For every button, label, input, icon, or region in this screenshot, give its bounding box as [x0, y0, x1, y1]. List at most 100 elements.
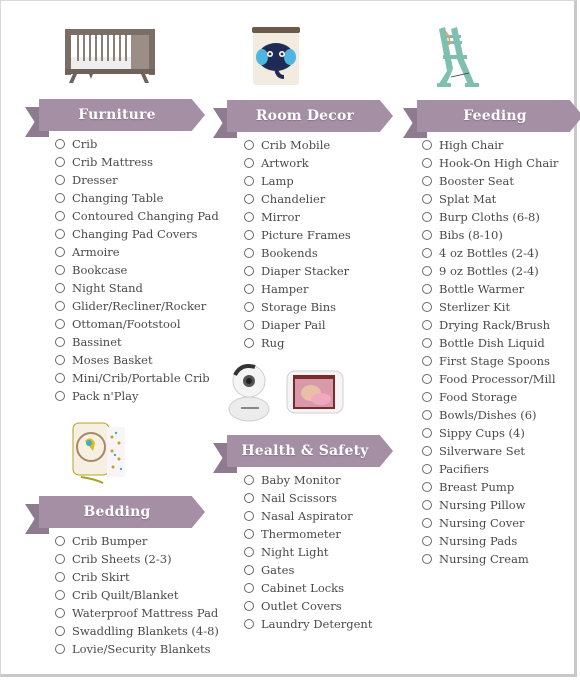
checklist-item[interactable]: 9 oz Bottles (2-4) — [422, 262, 580, 280]
radio-circle-icon[interactable] — [55, 536, 65, 546]
radio-circle-icon[interactable] — [422, 446, 432, 456]
checklist-item[interactable]: Changing Pad Covers — [55, 225, 219, 243]
checklist-item[interactable]: Chandelier — [244, 190, 393, 208]
radio-circle-icon[interactable] — [55, 337, 65, 347]
checklist-item[interactable]: Bookcase — [55, 261, 219, 279]
checklist-item[interactable]: Waterproof Mattress Pad — [55, 604, 219, 622]
checklist-item[interactable]: Mini/Crib/Portable Crib — [55, 369, 219, 387]
checklist-item[interactable]: Food Storage — [422, 388, 580, 406]
radio-circle-icon[interactable] — [422, 428, 432, 438]
radio-circle-icon[interactable] — [244, 194, 254, 204]
checklist-item[interactable]: Nursing Pads — [422, 532, 580, 550]
radio-circle-icon[interactable] — [55, 139, 65, 149]
radio-circle-icon[interactable] — [244, 475, 254, 485]
radio-circle-icon[interactable] — [422, 554, 432, 564]
radio-circle-icon[interactable] — [422, 356, 432, 366]
radio-circle-icon[interactable] — [422, 140, 432, 150]
radio-circle-icon[interactable] — [422, 518, 432, 528]
checklist-item[interactable]: Sippy Cups (4) — [422, 424, 580, 442]
checklist-item[interactable]: Bookends — [244, 244, 393, 262]
checklist-item[interactable]: Lamp — [244, 172, 393, 190]
checklist-item[interactable]: Nail Scissors — [244, 489, 393, 507]
radio-circle-icon[interactable] — [422, 464, 432, 474]
checklist-item[interactable]: Picture Frames — [244, 226, 393, 244]
radio-circle-icon[interactable] — [55, 373, 65, 383]
checklist-item[interactable]: Pack n'Play — [55, 387, 219, 405]
checklist-item[interactable]: Dresser — [55, 171, 219, 189]
radio-circle-icon[interactable] — [422, 176, 432, 186]
checklist-item[interactable]: Crib Sheets (2-3) — [55, 550, 219, 568]
checklist-item[interactable]: Lovie/Security Blankets — [55, 640, 219, 658]
checklist-item[interactable]: Food Processor/Mill — [422, 370, 580, 388]
radio-circle-icon[interactable] — [244, 212, 254, 222]
radio-circle-icon[interactable] — [422, 338, 432, 348]
radio-circle-icon[interactable] — [422, 482, 432, 492]
checklist-item[interactable]: Hamper — [244, 280, 393, 298]
radio-circle-icon[interactable] — [244, 583, 254, 593]
checklist-item[interactable]: Crib — [55, 135, 219, 153]
checklist-item[interactable]: Diaper Pail — [244, 316, 393, 334]
radio-circle-icon[interactable] — [55, 211, 65, 221]
radio-circle-icon[interactable] — [422, 320, 432, 330]
checklist-item[interactable]: Hook-On High Chair — [422, 154, 580, 172]
checklist-item[interactable]: Crib Mattress — [55, 153, 219, 171]
radio-circle-icon[interactable] — [422, 284, 432, 294]
checklist-item[interactable]: Swaddling Blankets (4-8) — [55, 622, 219, 640]
checklist-item[interactable]: Thermometer — [244, 525, 393, 543]
checklist-item[interactable]: Splat Mat — [422, 190, 580, 208]
checklist-item[interactable]: First Stage Spoons — [422, 352, 580, 370]
checklist-item[interactable]: High Chair — [422, 136, 580, 154]
radio-circle-icon[interactable] — [55, 554, 65, 564]
radio-circle-icon[interactable] — [422, 212, 432, 222]
checklist-item[interactable]: Gates — [244, 561, 393, 579]
checklist-item[interactable]: Cabinet Locks — [244, 579, 393, 597]
radio-circle-icon[interactable] — [244, 302, 254, 312]
checklist-item[interactable]: Night Light — [244, 543, 393, 561]
checklist-item[interactable]: Contoured Changing Pad — [55, 207, 219, 225]
checklist-item[interactable]: Armoire — [55, 243, 219, 261]
radio-circle-icon[interactable] — [244, 529, 254, 539]
radio-circle-icon[interactable] — [244, 493, 254, 503]
checklist-item[interactable]: Diaper Stacker — [244, 262, 393, 280]
checklist-item[interactable]: Burp Cloths (6-8) — [422, 208, 580, 226]
checklist-item[interactable]: Changing Table — [55, 189, 219, 207]
radio-circle-icon[interactable] — [244, 547, 254, 557]
checklist-item[interactable]: Bowls/Dishes (6) — [422, 406, 580, 424]
radio-circle-icon[interactable] — [55, 247, 65, 257]
radio-circle-icon[interactable] — [55, 355, 65, 365]
radio-circle-icon[interactable] — [244, 619, 254, 629]
radio-circle-icon[interactable] — [55, 175, 65, 185]
checklist-item[interactable]: Storage Bins — [244, 298, 393, 316]
radio-circle-icon[interactable] — [422, 266, 432, 276]
checklist-item[interactable]: Booster Seat — [422, 172, 580, 190]
radio-circle-icon[interactable] — [55, 265, 65, 275]
radio-circle-icon[interactable] — [55, 301, 65, 311]
checklist-item[interactable]: Nursing Cover — [422, 514, 580, 532]
radio-circle-icon[interactable] — [55, 644, 65, 654]
radio-circle-icon[interactable] — [55, 319, 65, 329]
checklist-item[interactable]: Crib Skirt — [55, 568, 219, 586]
radio-circle-icon[interactable] — [244, 320, 254, 330]
radio-circle-icon[interactable] — [244, 176, 254, 186]
radio-circle-icon[interactable] — [55, 590, 65, 600]
radio-circle-icon[interactable] — [422, 536, 432, 546]
checklist-item[interactable]: Ottoman/Footstool — [55, 315, 219, 333]
radio-circle-icon[interactable] — [422, 230, 432, 240]
radio-circle-icon[interactable] — [422, 302, 432, 312]
radio-circle-icon[interactable] — [244, 601, 254, 611]
radio-circle-icon[interactable] — [244, 266, 254, 276]
checklist-item[interactable]: Nasal Aspirator — [244, 507, 393, 525]
radio-circle-icon[interactable] — [55, 626, 65, 636]
checklist-item[interactable]: Bottle Dish Liquid — [422, 334, 580, 352]
radio-circle-icon[interactable] — [422, 500, 432, 510]
radio-circle-icon[interactable] — [422, 158, 432, 168]
checklist-item[interactable]: Outlet Covers — [244, 597, 393, 615]
checklist-item[interactable]: Crib Bumper — [55, 532, 219, 550]
checklist-item[interactable]: Crib Quilt/Blanket — [55, 586, 219, 604]
radio-circle-icon[interactable] — [422, 374, 432, 384]
checklist-item[interactable]: Night Stand — [55, 279, 219, 297]
radio-circle-icon[interactable] — [244, 140, 254, 150]
checklist-item[interactable]: Silverware Set — [422, 442, 580, 460]
radio-circle-icon[interactable] — [422, 410, 432, 420]
radio-circle-icon[interactable] — [244, 230, 254, 240]
